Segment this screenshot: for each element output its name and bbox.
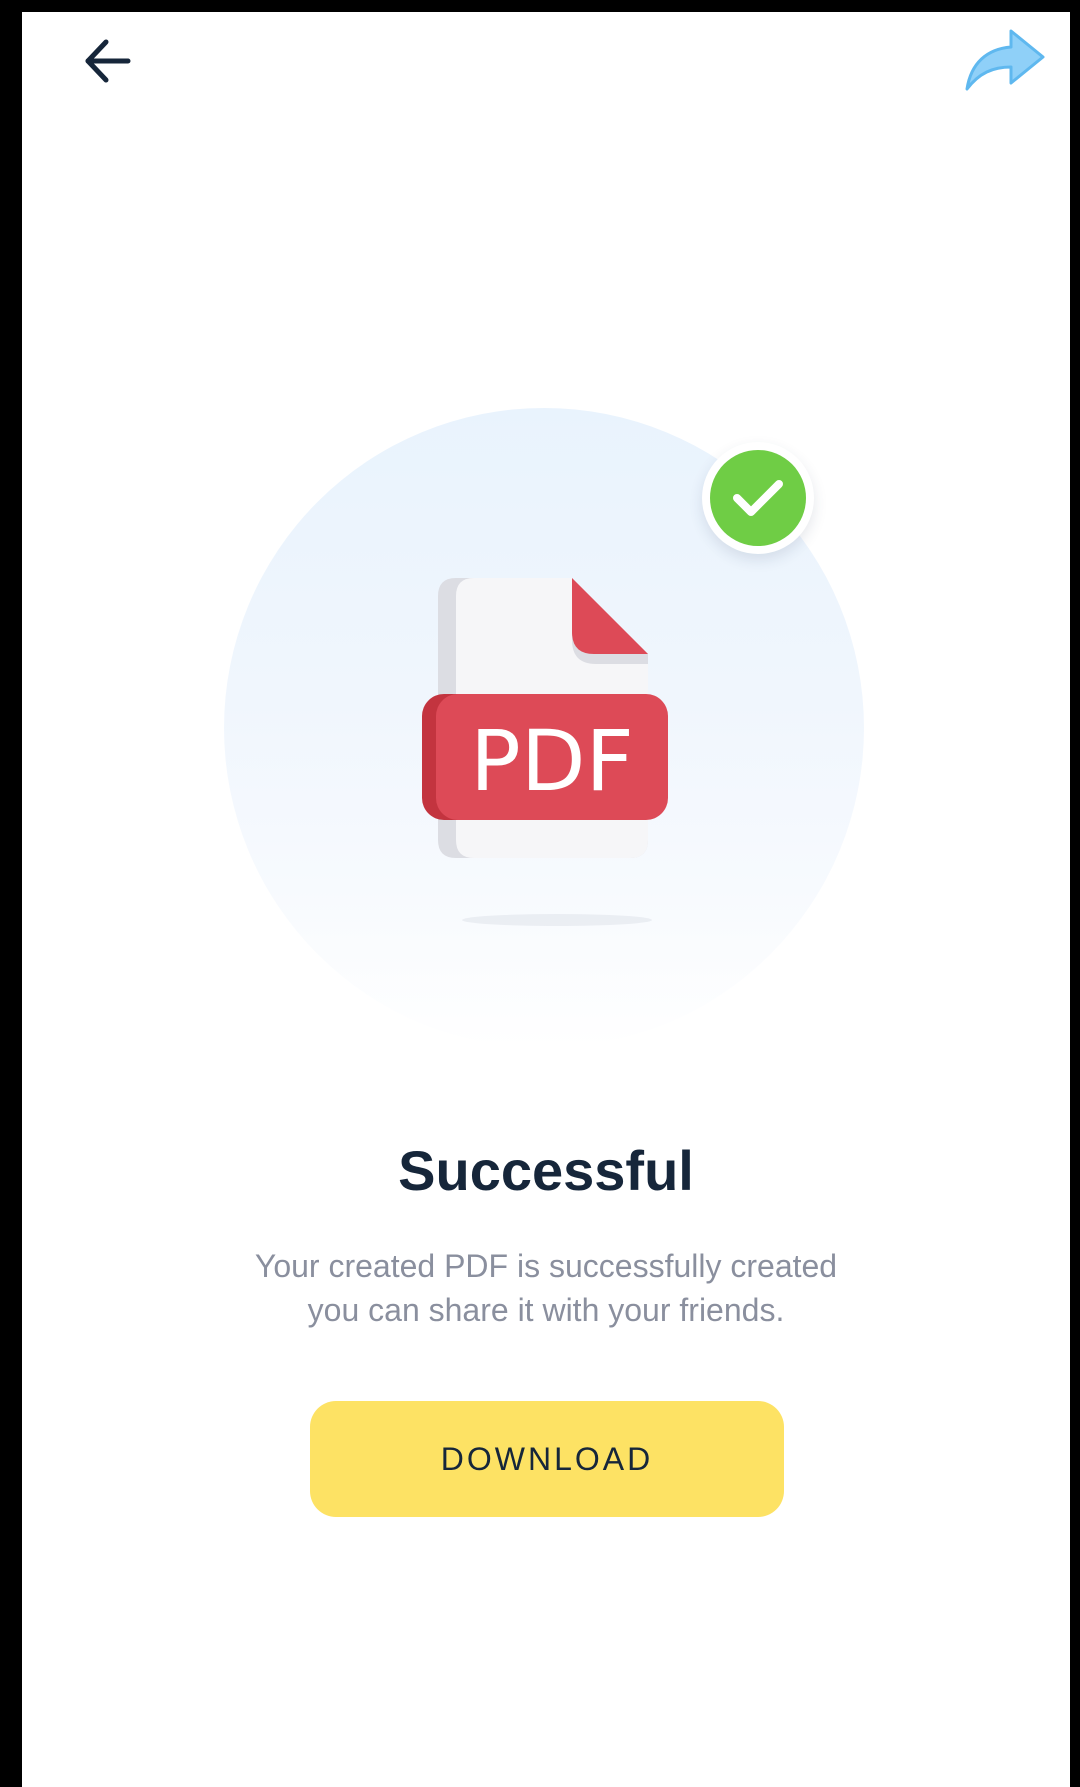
checkmark-icon [733, 480, 783, 516]
success-badge [702, 442, 814, 554]
download-button[interactable]: DOWNLOAD [310, 1401, 784, 1517]
pdf-file-icon: PDF [422, 578, 668, 858]
page-title: Successful [398, 1139, 694, 1202]
pdf-badge-text: PDF [470, 712, 634, 810]
share-forward-icon [965, 29, 1045, 91]
share-button[interactable] [960, 20, 1050, 100]
back-button[interactable] [72, 26, 142, 96]
success-message: Your created PDF is successfully created… [22, 1244, 1070, 1332]
success-screen: PDF Successful Your created PDF is succe… [22, 12, 1070, 1787]
message-line-1: Your created PDF is successfully created [254, 1248, 838, 1284]
arrow-left-icon [85, 39, 131, 83]
message-line-2: you can share it with your friends. [307, 1292, 785, 1328]
file-shadow [462, 914, 652, 926]
